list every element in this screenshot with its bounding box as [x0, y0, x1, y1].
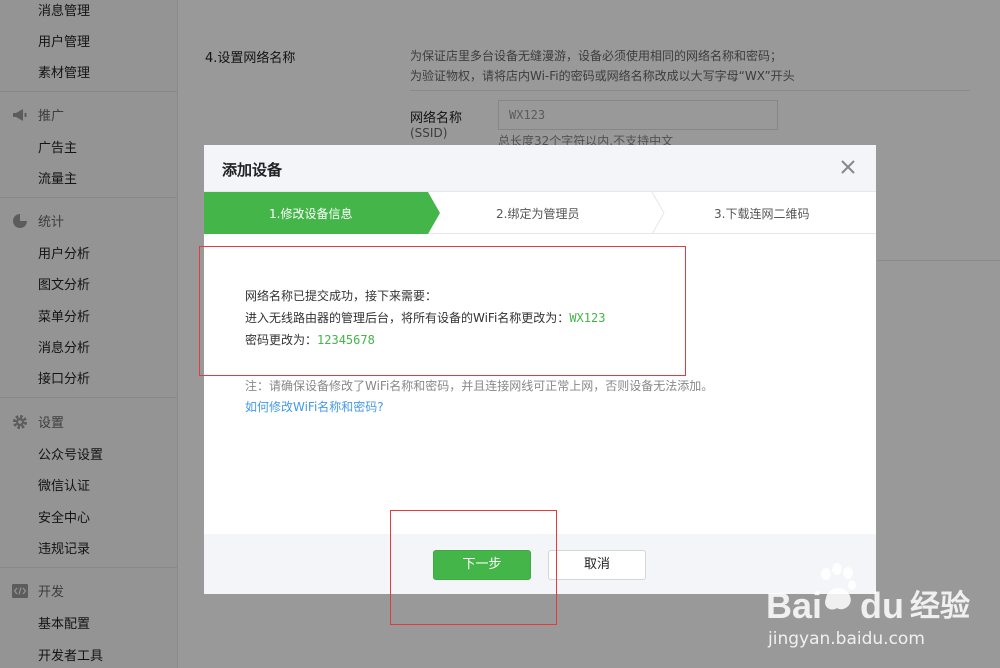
svg-text:经验: 经验: [910, 589, 970, 624]
baidu-watermark: Bai du 经验 jingyan.baidu.com: [762, 560, 992, 660]
svg-text:jingyan.baidu.com: jingyan.baidu.com: [767, 629, 925, 649]
annotation-box: [390, 510, 557, 625]
help-link[interactable]: 如何修改WiFi名称和密码?: [245, 398, 384, 415]
dialog-note: 注：请确保设备修改了WiFi名称和密码，并且连接网线可正常上网，否则设备无法添加…: [245, 379, 714, 393]
close-icon[interactable]: [838, 157, 858, 177]
step-1: 1.修改设备信息: [269, 207, 353, 221]
annotation-box: [199, 246, 686, 376]
dialog-title: 添加设备: [222, 161, 283, 179]
svg-text:Bai: Bai: [766, 585, 822, 626]
step-2: 2.绑定为管理员: [496, 207, 580, 221]
step-indicator: 1.修改设备信息 2.绑定为管理员 3.下载连网二维码: [204, 192, 876, 234]
cancel-button[interactable]: 取消: [548, 550, 646, 580]
dialog-header: 添加设备: [204, 145, 876, 192]
svg-text:du: du: [860, 585, 904, 626]
step-3: 3.下载连网二维码: [714, 207, 810, 221]
baidu-logo: Bai du 经验 jingyan.baidu.com: [766, 563, 970, 649]
